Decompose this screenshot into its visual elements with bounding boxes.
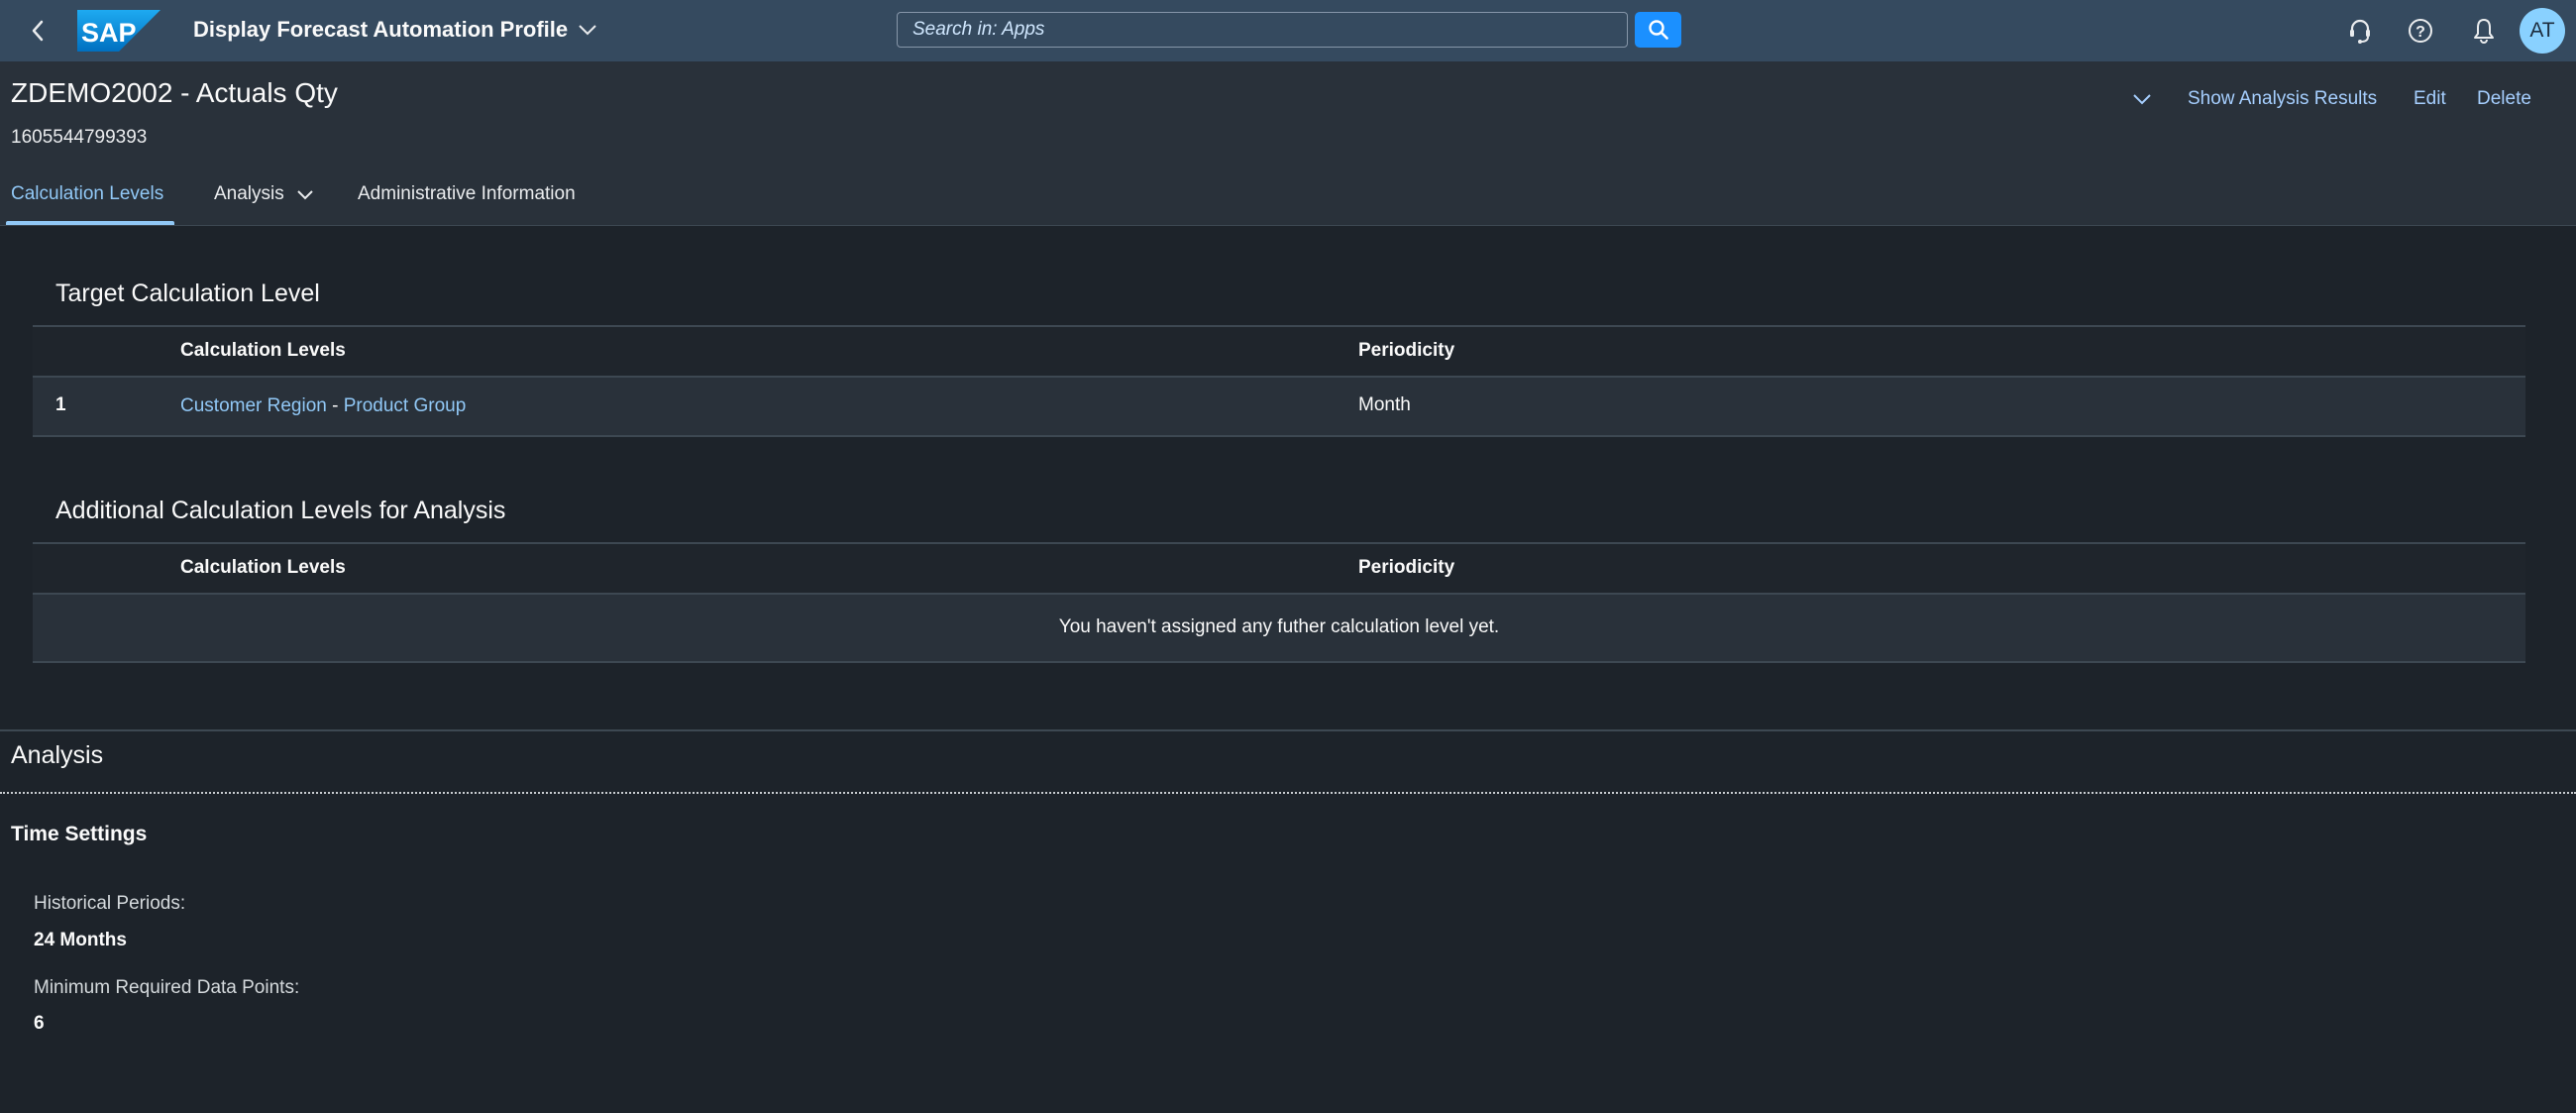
- column-header-periodicity[interactable]: Periodicity: [1358, 340, 1454, 362]
- tab-label: Analysis: [214, 183, 284, 204]
- analysis-section-title: Analysis: [11, 741, 104, 769]
- object-title: ZDEMO2002 - Actuals Qty: [11, 77, 338, 108]
- empty-table-row: You haven't assigned any futher calculat…: [33, 595, 2525, 663]
- avatar-initials: AT: [2529, 19, 2555, 42]
- calculation-level-cell: Customer Region - Product Group: [180, 395, 466, 417]
- search-input[interactable]: [912, 19, 1627, 41]
- search-button[interactable]: [1635, 12, 1681, 48]
- tab-bar: Calculation Levels Analysis Administrati…: [0, 173, 2576, 226]
- additional-calculation-levels-table: Calculation Levels Periodicity You haven…: [33, 542, 2525, 664]
- app-title-menu[interactable]: Display Forecast Automation Profile: [193, 17, 597, 43]
- table-row[interactable]: 1 Customer Region - Product Group Month: [33, 378, 2525, 437]
- support-button[interactable]: [2344, 15, 2376, 47]
- search-icon: [1648, 20, 1668, 40]
- time-settings-title: Time Settings: [11, 823, 148, 845]
- bell-icon: [2474, 19, 2494, 44]
- active-tab-indicator: [6, 221, 174, 225]
- help-icon: ?: [2409, 19, 2432, 43]
- periodicity-cell: Month: [1358, 394, 1411, 415]
- column-header-calculation-levels[interactable]: Calculation Levels: [180, 557, 346, 579]
- level-separator: -: [332, 395, 339, 416]
- empty-table-message: You haven't assigned any futher calculat…: [1058, 616, 1500, 637]
- chevron-down-icon: [2133, 94, 2151, 105]
- chevron-down-icon: [579, 25, 596, 36]
- target-calculation-level-title: Target Calculation Level: [55, 279, 320, 307]
- historical-periods-value: 24 Months: [34, 930, 127, 950]
- chevron-down-icon: [297, 189, 313, 199]
- user-avatar[interactable]: AT: [2520, 8, 2565, 54]
- headset-icon: [2350, 19, 2370, 44]
- row-index: 1: [55, 394, 66, 415]
- tab-calculation-levels[interactable]: Calculation Levels: [11, 183, 163, 205]
- tab-analysis[interactable]: Analysis: [214, 183, 314, 205]
- notifications-button[interactable]: [2468, 15, 2500, 47]
- back-icon: [32, 20, 44, 42]
- product-group-link[interactable]: Product Group: [344, 395, 467, 416]
- section-title-underline: [0, 792, 2576, 794]
- app-title: Display Forecast Automation Profile: [193, 17, 569, 42]
- tab-administrative-information[interactable]: Administrative Information: [358, 183, 576, 205]
- show-analysis-results-button[interactable]: Show Analysis Results: [2188, 88, 2377, 112]
- tab-label: Administrative Information: [358, 183, 576, 204]
- column-header-calculation-levels[interactable]: Calculation Levels: [180, 340, 346, 362]
- sap-logo[interactable]: SAP: [77, 10, 161, 52]
- object-subtitle: 1605544799393: [11, 127, 148, 148]
- target-calculation-level-table: Calculation Levels Periodicity 1 Custome…: [33, 325, 2525, 438]
- tab-label: Calculation Levels: [11, 183, 164, 204]
- help-button[interactable]: ?: [2405, 15, 2436, 47]
- sap-logo-text: SAP: [81, 18, 137, 48]
- svg-text:?: ?: [2415, 24, 2425, 41]
- customer-region-link[interactable]: Customer Region: [180, 395, 327, 416]
- historical-periods-label: Historical Periods:: [34, 893, 186, 914]
- table-header: Calculation Levels Periodicity: [33, 325, 2525, 378]
- search-field: [897, 12, 1628, 48]
- additional-calculation-levels-title: Additional Calculation Levels for Analys…: [55, 497, 506, 524]
- table-header: Calculation Levels Periodicity: [33, 542, 2525, 595]
- header-expand-button[interactable]: [2130, 87, 2154, 111]
- edit-button[interactable]: Edit: [2414, 88, 2446, 112]
- section-divider: [0, 729, 2576, 731]
- delete-button[interactable]: Delete: [2477, 88, 2531, 112]
- shell-bar: SAP Display Forecast Automation Profile …: [0, 0, 2576, 61]
- column-header-periodicity[interactable]: Periodicity: [1358, 557, 1454, 579]
- minimum-data-points-label: Minimum Required Data Points:: [34, 977, 300, 998]
- back-button[interactable]: [20, 12, 55, 50]
- minimum-data-points-value: 6: [34, 1013, 45, 1034]
